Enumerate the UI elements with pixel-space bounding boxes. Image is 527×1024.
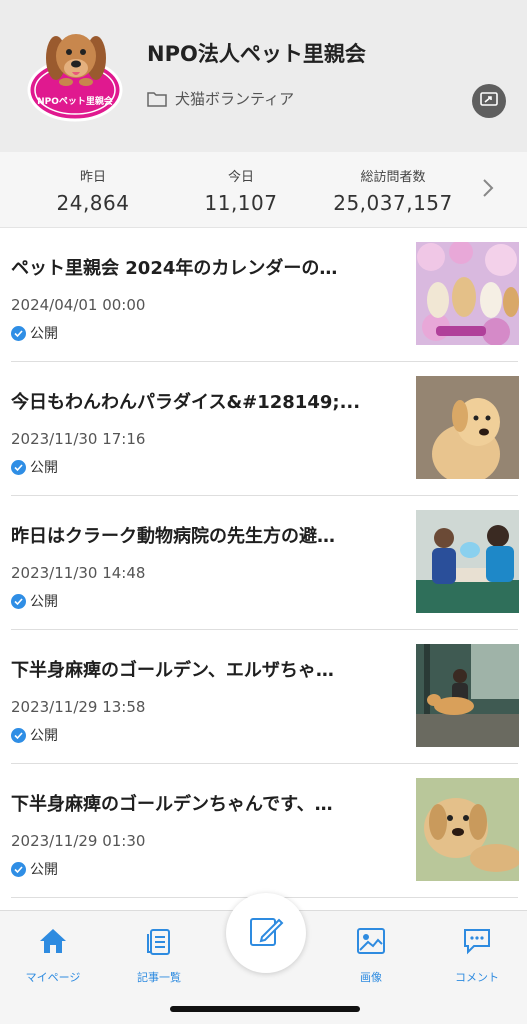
check-icon [11,861,26,877]
share-button[interactable] [472,84,506,118]
tab-comments-label: コメント [455,971,499,984]
calendar-dogs-photo[interactable] [416,242,519,345]
post-status-label: 公開 [30,460,58,476]
folder-icon [147,91,167,107]
stat-yesterday: 昨日 24,864 [38,166,148,215]
blog-logo[interactable]: NPOペット里親会 [26,28,124,122]
post-title: 下半身麻痺のゴールデンちゃんです、… [11,794,333,815]
check-icon [11,459,26,475]
logo-text: NPOペット里親会 [37,95,114,107]
stat-total-value: 25,037,157 [333,191,453,215]
check-icon [11,727,26,743]
pencil-icon [248,913,284,953]
home-icon [8,925,98,957]
blog-header: NPOペット里親会 NPO法人ペット里親会 犬猫ボランティア [0,0,527,152]
stat-today-value: 11,107 [204,191,278,215]
golden-walking-photo[interactable] [416,644,519,747]
document-list-icon [114,925,204,957]
blog-category[interactable]: 犬猫ボランティア [147,88,294,109]
comment-icon [432,925,522,957]
post-status: 公開 [11,591,58,611]
post-date: 2023/11/29 13:58 [11,698,146,716]
chevron-right-icon[interactable] [480,176,496,200]
post-status-label: 公開 [30,862,58,878]
tab-images[interactable]: 画像 [326,925,416,985]
stat-yesterday-label: 昨日 [79,170,106,185]
golden-retriever-photo[interactable] [416,376,519,479]
tab-articles[interactable]: 記事一覧 [114,925,204,985]
blog-title: NPO法人ペット里親会 [147,42,366,66]
check-icon [11,325,26,341]
stat-yesterday-value: 24,864 [56,191,130,215]
category-label: 犬猫ボランティア [175,90,295,108]
post-title: ペット里親会 2024年のカレンダーの… [11,258,338,279]
post-status: 公開 [11,725,58,745]
post-title: 昨日はクラーク動物病院の先生方の避… [11,526,335,547]
home-indicator [170,1006,360,1012]
post-status: 公開 [11,323,58,343]
tab-mypage[interactable]: マイページ [8,925,98,985]
tab-mypage-label: マイページ [25,971,81,984]
image-icon [326,925,416,957]
post-status-label: 公開 [30,326,58,342]
post-item[interactable]: 昨日はクラーク動物病院の先生方の避… 2023/11/30 14:48 公開 [11,496,519,630]
post-status-label: 公開 [30,728,58,744]
post-item[interactable]: 今日もわんわんパラダイス&#128149;... 2023/11/30 17:1… [11,362,519,496]
golden-lying-photo[interactable] [416,778,519,881]
post-status: 公開 [11,859,58,879]
tab-articles-label: 記事一覧 [137,971,181,984]
visitor-stats[interactable]: 昨日 24,864 今日 11,107 総訪問者数 25,037,157 [0,152,527,228]
post-date: 2023/11/30 14:48 [11,564,146,582]
stat-today-label: 今日 [227,170,254,185]
post-item[interactable]: ペット里親会 2024年のカレンダーの… 2024/04/01 00:00 公開 [11,228,519,362]
post-status-label: 公開 [30,594,58,610]
stat-total-label: 総訪問者数 [360,170,426,185]
write-post-button[interactable] [226,893,306,973]
post-title: 今日もわんわんパラダイス&#128149;... [11,392,361,413]
post-date: 2024/04/01 00:00 [11,296,146,314]
post-date: 2023/11/29 01:30 [11,832,146,850]
check-icon [11,593,26,609]
post-item[interactable]: 下半身麻痺のゴールデンちゃんです、… 2023/11/29 01:30 公開 [11,764,519,898]
post-date: 2023/11/30 17:16 [11,430,146,448]
stat-total: 総訪問者数 25,037,157 [318,166,468,215]
post-item[interactable]: 下半身麻痺のゴールデン、エルザちゃ… 2023/11/29 13:58 公開 [11,630,519,764]
stat-today: 今日 11,107 [186,166,296,215]
tab-images-label: 画像 [360,971,382,984]
share-icon [480,91,498,111]
tab-comments[interactable]: コメント [432,925,522,985]
post-status: 公開 [11,457,58,477]
vet-clinic-photo[interactable] [416,510,519,613]
post-title: 下半身麻痺のゴールデン、エルザちゃ… [11,660,334,681]
